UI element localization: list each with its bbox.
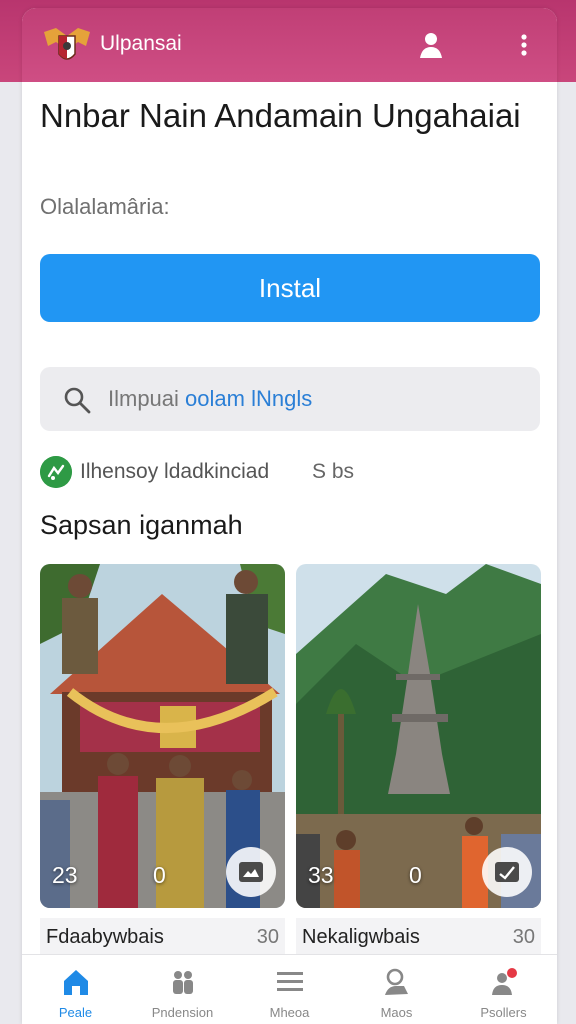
person-badge-icon: [492, 968, 517, 995]
page-title: Nnbar Nain Andamain Ungahaiai: [40, 97, 521, 134]
caption-title: Fdaabywbais: [46, 926, 164, 948]
search-prefix: Ilmpuai: [108, 386, 179, 411]
photo-card[interactable]: 23 0: [40, 564, 285, 908]
photo-count-primary: 33: [308, 862, 334, 888]
photo-action-button[interactable]: [226, 847, 276, 897]
search-icon: [64, 387, 91, 414]
nav-label: Mheoa: [269, 1005, 310, 1020]
nav-item-maps[interactable]: Maos: [343, 955, 450, 1024]
nav-label: Pndension: [151, 1005, 214, 1020]
user-icon[interactable]: [416, 30, 446, 60]
page-subtitle: Olalalamâria:: [40, 194, 170, 219]
info-row: Ilhensoy ldadkinciad S bs: [40, 456, 540, 490]
photo-action-button[interactable]: [482, 847, 532, 897]
photo-card[interactable]: 33 0: [296, 564, 541, 908]
search-query[interactable]: Ilmpuai oolam lNngls: [108, 386, 312, 412]
section-title: Sapsan iganmah: [40, 510, 243, 540]
caption-number: 30: [512, 926, 535, 948]
home-icon: [64, 970, 88, 995]
nav-label: Maos: [380, 1005, 413, 1020]
menu-lines-icon: [277, 972, 303, 991]
caption-title: Nekaligwbais: [302, 926, 420, 948]
nav-label: Peale: [58, 1005, 93, 1020]
caption-number: 30: [256, 926, 279, 948]
app-name: Ulpansai: [100, 32, 182, 55]
nav-item-home[interactable]: Peale: [22, 955, 129, 1024]
people-icon: [173, 971, 193, 994]
nav-label: Psollers: [480, 1005, 527, 1020]
search-highlight: oolam lNngls: [185, 386, 313, 411]
nav-item-menu[interactable]: Mheoa: [236, 955, 343, 1024]
green-badge-icon: [40, 456, 72, 488]
nav-item-profile[interactable]: Psollers: [450, 955, 557, 1024]
more-vert-icon[interactable]: [516, 30, 532, 60]
profile-edit-icon: [385, 968, 408, 995]
photo-count-primary: 23: [52, 862, 78, 888]
coat-of-arms-logo: [44, 28, 90, 60]
bottom-navigation: Peale Pndension Mheoa Maos Psollers: [22, 954, 557, 1024]
app-card: Ulpansai Nnbar Nain Andamain Ungahaiai O…: [22, 8, 557, 1024]
photo-count-secondary: 0: [409, 862, 422, 888]
photo-caption: Fdaabywbais 30: [40, 918, 285, 958]
image-edit-icon: [495, 862, 519, 882]
install-button[interactable]: Instal: [40, 254, 540, 322]
image-edit-icon: [239, 862, 263, 882]
info-count: S bs: [312, 460, 355, 483]
search-bar[interactable]: Ilmpuai oolam lNngls: [40, 367, 540, 431]
photo-caption: Nekaligwbais 30: [296, 918, 541, 958]
app-header: Ulpansai: [22, 8, 557, 82]
nav-item-community[interactable]: Pndension: [129, 955, 236, 1024]
photo-count-secondary: 0: [153, 862, 166, 888]
info-text: Ilhensoy ldadkinciad: [80, 460, 270, 483]
